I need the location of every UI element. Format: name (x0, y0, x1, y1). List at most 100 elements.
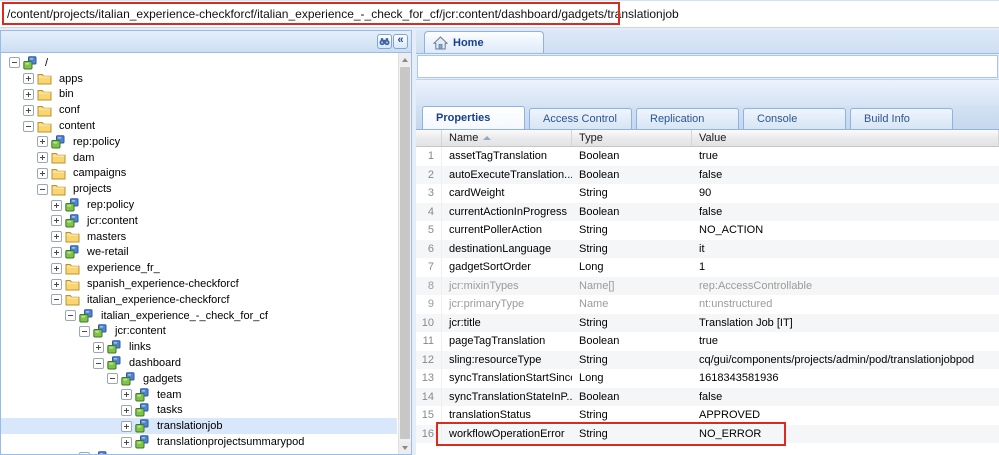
tree-node-bin[interactable]: bin (1, 87, 397, 103)
search-button[interactable] (377, 34, 392, 49)
tree-node-label[interactable]: rep:policy (70, 136, 123, 148)
tree-node-label[interactable]: gadgets (140, 373, 185, 385)
expand-plus-icon[interactable] (37, 168, 48, 179)
tree-node-dam[interactable]: dam (1, 150, 397, 166)
property-row-destinationlanguage[interactable]: 6destinationLanguageStringit (416, 240, 999, 259)
tree-node-label[interactable]: dam (70, 152, 97, 164)
tree-node-label[interactable]: content (56, 120, 98, 132)
tree-node-label[interactable]: spanish_experience-checkforcf (84, 278, 242, 290)
property-row-sling-resourcetype[interactable]: 12sling:resourceTypeStringcq/gui/compone… (416, 351, 999, 370)
tree-node-label[interactable]: italian_experience-checkforcf (84, 294, 232, 306)
tree-node-label[interactable]: tasks (154, 404, 186, 416)
property-row-translationstatus[interactable]: 15translationStatusStringAPPROVED (416, 406, 999, 425)
tree-node-label[interactable]: / (42, 57, 51, 69)
property-row-synctranslationstateinp[interactable]: 14syncTranslationStateInP...Booleanfalse (416, 388, 999, 407)
expand-plus-icon[interactable] (51, 279, 62, 290)
path-text[interactable]: /content/projects/italian_experience-che… (7, 7, 679, 21)
expand-plus-icon[interactable] (51, 263, 62, 274)
collapse-minus-icon[interactable] (23, 121, 34, 132)
tree-node-team[interactable]: team (1, 387, 397, 403)
tree-node-content[interactable]: content (1, 118, 397, 134)
expand-plus-icon[interactable] (37, 136, 48, 147)
property-row-jcr-title[interactable]: 10jcr:titleStringTranslation Job [IT] (416, 314, 999, 333)
tree-node-label[interactable]: rep:policy (84, 199, 137, 211)
tab-build-info[interactable]: Build Info (850, 108, 953, 129)
tree-node-experience-fr[interactable]: experience_fr_ (1, 260, 397, 276)
scroll-down-button[interactable] (399, 441, 411, 454)
expand-plus-icon[interactable] (79, 452, 90, 454)
tree-node-label[interactable]: translationjob (154, 420, 225, 432)
tree-node-label[interactable]: bin (56, 88, 77, 100)
tree-node-label[interactable]: translationprojectsummarypod (154, 436, 307, 448)
property-row-gadgetsortorder[interactable]: 7gadgetSortOrderLong1 (416, 258, 999, 277)
expand-plus-icon[interactable] (23, 105, 34, 116)
tree-node-label[interactable]: links (126, 341, 154, 353)
tree-node-label[interactable]: jcr:content (112, 325, 169, 337)
column-header-name[interactable]: Name (442, 130, 572, 146)
collapse-minus-icon[interactable] (9, 57, 20, 68)
expand-plus-icon[interactable] (121, 405, 132, 416)
collapse-minus-icon[interactable] (37, 184, 48, 195)
tab-replication[interactable]: Replication (636, 108, 739, 129)
tree-node-italian-experience-check-for-cf[interactable]: italian_experience_-_check_for_cf (1, 308, 397, 324)
collapse-minus-icon[interactable] (107, 373, 118, 384)
property-row-jcr-mixintypes[interactable]: 8jcr:mixinTypesName[]rep:AccessControlla… (416, 277, 999, 296)
collapse-minus-icon[interactable] (93, 358, 104, 369)
expand-plus-icon[interactable] (23, 73, 34, 84)
tree-node-apps[interactable]: apps (1, 71, 397, 87)
tree-node-label[interactable]: experience_fr_ (84, 262, 163, 274)
tree-node-masters[interactable]: masters (1, 229, 397, 245)
tree-node-links[interactable]: links (1, 339, 397, 355)
tree-node-label[interactable]: italian_experience_-_check_for_cf (98, 310, 271, 322)
expand-plus-icon[interactable] (51, 215, 62, 226)
tree-node-rep-policy[interactable]: rep:policy (1, 197, 397, 213)
expand-plus-icon[interactable] (121, 437, 132, 448)
collapse-minus-icon[interactable] (65, 310, 76, 321)
property-row-currentactioninprogress[interactable]: 4currentActionInProgressBooleanfalse (416, 203, 999, 222)
tree-node-dashboard[interactable]: dashboard (1, 355, 397, 371)
property-row-cardweight[interactable]: 3cardWeightString90 (416, 184, 999, 203)
tree-node-label[interactable]: masters (84, 231, 129, 243)
tree-node-projects[interactable]: projects (1, 181, 397, 197)
tree-node-we-retail[interactable]: we-retail (1, 245, 397, 261)
scrollbar-thumb[interactable] (400, 67, 410, 439)
tree-node-jcr-content[interactable]: jcr:content (1, 324, 397, 340)
property-row-pagetagtranslation[interactable]: 11pageTagTranslationBooleantrue (416, 332, 999, 351)
tree-node-label[interactable]: conf (56, 104, 83, 116)
expand-plus-icon[interactable] (93, 342, 104, 353)
tree-node-blank[interactable] (1, 450, 397, 454)
property-row-synctranslationstartsince[interactable]: 13syncTranslationStartSinceLong161834358… (416, 369, 999, 388)
tree-node-label[interactable]: projects (70, 183, 115, 195)
tab-console[interactable]: Console (743, 108, 846, 129)
tree-node-campaigns[interactable]: campaigns (1, 166, 397, 182)
property-row-assettagtranslation[interactable]: 1assetTagTranslationBooleantrue (416, 147, 999, 166)
tree-node-italian-experience-checkforcf[interactable]: italian_experience-checkforcf (1, 292, 397, 308)
tree-node-label[interactable]: dashboard (126, 357, 184, 369)
property-row-autoexecutetranslation[interactable]: 2autoExecuteTranslation...Booleanfalse (416, 166, 999, 185)
expand-plus-icon[interactable] (37, 152, 48, 163)
path-bar[interactable]: /content/projects/italian_experience-che… (0, 0, 999, 28)
expand-plus-icon[interactable] (51, 200, 62, 211)
column-header-value[interactable]: Value (692, 130, 999, 146)
tab-properties[interactable]: Properties (422, 106, 525, 129)
tab-home[interactable]: Home (424, 31, 544, 53)
collapse-minus-icon[interactable] (51, 294, 62, 305)
expand-plus-icon[interactable] (23, 89, 34, 100)
column-header-type[interactable]: Type (572, 130, 692, 146)
tree-node-label[interactable]: we-retail (84, 246, 132, 258)
expand-plus-icon[interactable] (51, 231, 62, 242)
scroll-up-button[interactable] (399, 53, 411, 66)
expand-plus-icon[interactable] (121, 389, 132, 400)
tree-node-conf[interactable]: conf (1, 102, 397, 118)
tab-access-control[interactable]: Access Control (529, 108, 632, 129)
collapse-minus-icon[interactable] (79, 326, 90, 337)
property-row-workflowoperationerror[interactable]: 16workflowOperationErrorStringNO_ERROR (416, 425, 999, 444)
tree-node-jcr-content[interactable]: jcr:content (1, 213, 397, 229)
tree-node-label[interactable]: team (154, 389, 184, 401)
tree-node-label[interactable]: apps (56, 73, 86, 85)
property-row-currentpolleraction[interactable]: 5currentPollerActionStringNO_ACTION (416, 221, 999, 240)
tree-node-translationjob[interactable]: translationjob (1, 418, 397, 434)
expand-plus-icon[interactable] (121, 421, 132, 432)
tree-node-tasks[interactable]: tasks (1, 403, 397, 419)
tree-node-spanish-experience-checkforcf[interactable]: spanish_experience-checkforcf (1, 276, 397, 292)
